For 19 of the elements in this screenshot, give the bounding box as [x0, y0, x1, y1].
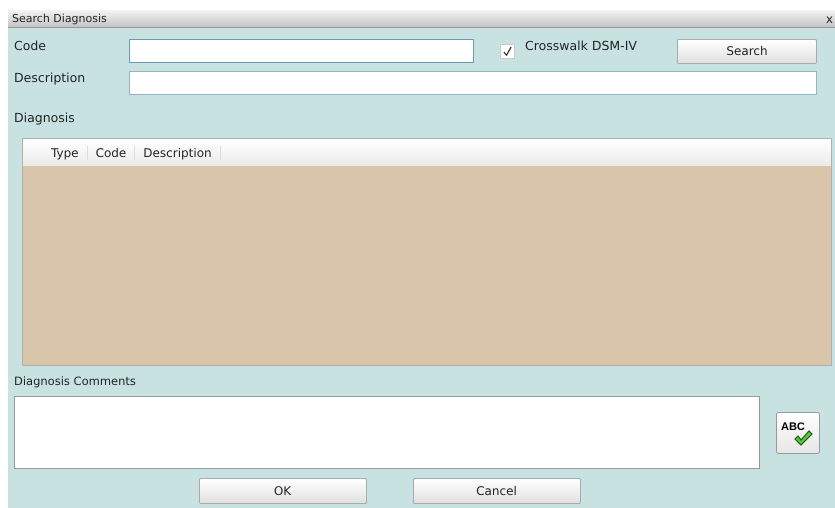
column-header[interactable]: Description [135, 146, 221, 160]
column-header[interactable]: Code [88, 146, 136, 160]
crosswalk-label: Crosswalk DSM-IV [525, 37, 638, 53]
dialog-button[interactable]: Cancel [412, 478, 580, 504]
window-title: Search Diagnosis [12, 12, 107, 25]
code-label: Code [14, 37, 48, 53]
description-label: Description [14, 69, 86, 85]
dialog-button[interactable]: OK [198, 478, 366, 504]
comments-field[interactable] [14, 396, 760, 469]
crosswalk-checkbox[interactable] [500, 44, 515, 58]
description-field[interactable] [129, 71, 817, 95]
spellcheck-button[interactable]: ABC [776, 412, 820, 454]
column-header[interactable]: Type [43, 146, 88, 160]
comments-label: Diagnosis Comments [14, 374, 137, 390]
check-icon [793, 428, 813, 446]
search-button[interactable]: Search [677, 38, 817, 64]
close-button[interactable]: x [826, 12, 833, 26]
diagnosis-label: Diagnosis [14, 110, 76, 127]
code-field[interactable] [129, 39, 474, 63]
